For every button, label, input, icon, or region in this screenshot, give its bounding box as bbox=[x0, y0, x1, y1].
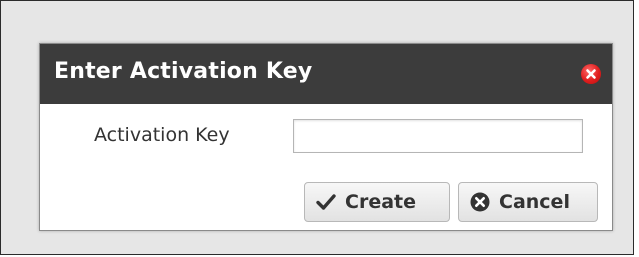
dialog-titlebar: Enter Activation Key bbox=[40, 44, 612, 104]
cancel-button[interactable]: Cancel bbox=[458, 182, 598, 222]
activation-key-dialog: Enter Activation Key Activation Key Crea… bbox=[39, 43, 613, 231]
checkmark-icon bbox=[315, 191, 337, 213]
create-button-label: Create bbox=[345, 191, 416, 213]
screen-frame: Enter Activation Key Activation Key Crea… bbox=[0, 0, 634, 255]
dialog-title: Enter Activation Key bbox=[54, 59, 313, 84]
close-icon[interactable] bbox=[581, 64, 601, 84]
close-circle-icon bbox=[469, 191, 491, 213]
activation-key-label: Activation Key bbox=[94, 124, 230, 146]
cancel-button-label: Cancel bbox=[499, 191, 570, 213]
dialog-body: Activation Key Create Cancel bbox=[40, 104, 612, 230]
activation-key-input[interactable] bbox=[293, 119, 583, 153]
create-button[interactable]: Create bbox=[304, 182, 450, 222]
